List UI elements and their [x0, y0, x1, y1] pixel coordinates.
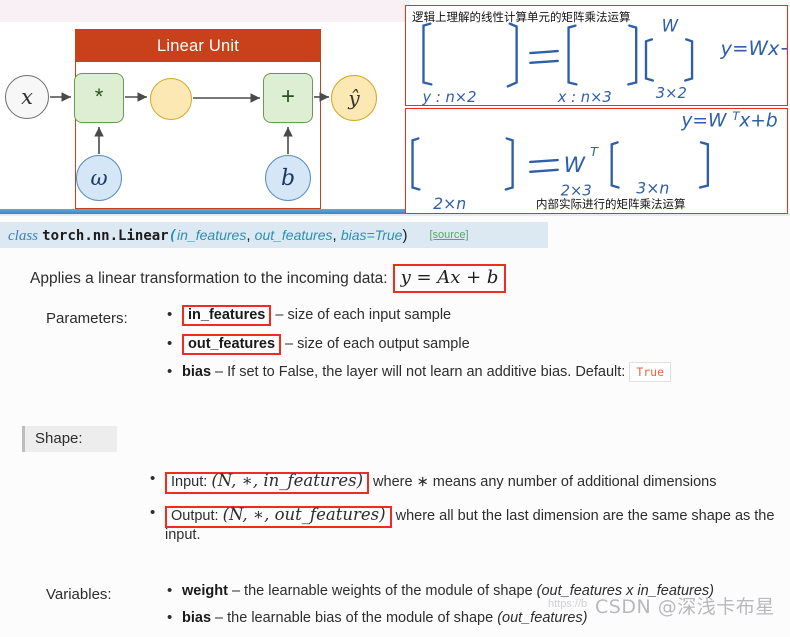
watermark-url: https://b	[548, 598, 588, 610]
label-w-top: W	[662, 16, 679, 35]
paren-close: )	[402, 227, 408, 244]
class-signature: class torch.nn.Linear(in_features, out_f…	[8, 227, 469, 244]
shape-list: Input: (N, ∗, in_features) where ∗ means…	[148, 469, 778, 555]
node-add: +	[263, 73, 313, 123]
variable-shape-bias: (out_features)	[497, 609, 588, 626]
class-qualified-name: torch.nn.Linear	[42, 228, 169, 244]
output-prefix: Output:	[171, 507, 223, 524]
input-shape-box: Input: (N, ∗, in_features)	[165, 471, 370, 494]
input-prefix: Input:	[171, 474, 212, 490]
linear-unit-title: Linear Unit	[76, 30, 320, 62]
param-in-features: in_features	[177, 227, 247, 243]
list-item-bias: bias – If set to False, the layer will n…	[165, 362, 765, 383]
variables-label: Variables:	[46, 586, 112, 603]
list-item-out-features: out_features – size of each output sampl…	[165, 333, 765, 355]
node-output-yhat: ŷ	[331, 75, 377, 121]
equation-bottom: y=W	[680, 111, 727, 132]
description-text: Applies a linear transformation to the i…	[30, 269, 388, 287]
handwriting-top: W y=Wx+b y : n×2 x : n×3 3×2	[422, 16, 787, 105]
param-desc-out-features: – size of each output sample	[281, 335, 470, 352]
variable-desc-weight: – the learnable weights of the module of…	[227, 583, 537, 599]
handwritten-annotation-top: 逻辑上理解的线性计算单元的矩阵乘法运算 W y=Wx+b y : n×2 x :…	[405, 5, 788, 106]
node-bias-b: b	[265, 155, 311, 201]
param-name-out-features: out_features	[182, 333, 282, 355]
paren-open: (	[168, 228, 178, 244]
variable-desc-bias: – the learnable bias of the module of sh…	[211, 609, 498, 626]
output-shape-box: Output: (N, ∗, out_features)	[165, 504, 392, 528]
param-out-features: out_features	[254, 227, 333, 243]
pink-background-strip	[0, 0, 410, 22]
parameters-list: in_features – size of each input sample …	[165, 305, 765, 392]
label-3xn: 3×n	[636, 178, 669, 197]
class-keyword: class	[8, 228, 38, 244]
list-item-in-features: in_features – size of each input sample	[165, 305, 765, 326]
svg-text:x+b: x+b	[738, 111, 777, 132]
output-formula: (N, ∗, out_features)	[222, 504, 386, 524]
description-row: Applies a linear transformation to the i…	[30, 264, 507, 293]
variable-name-bias: bias	[182, 609, 212, 626]
label-w-dim: 3×2	[656, 85, 687, 102]
shape-label: Shape:	[22, 426, 117, 452]
label-x-dim: x : n×3	[557, 89, 612, 105]
handwritten-annotation-bottom: 内部实际进行的矩阵乘法运算 y=W T x+b W T 2×n 2×3 3×n	[405, 108, 788, 214]
source-link[interactable]: [source]	[429, 229, 468, 241]
variable-name-weight: weight	[182, 583, 228, 599]
input-suffix: where ∗ means any number of additional d…	[369, 474, 717, 490]
label-wt: W	[564, 153, 587, 178]
node-weight-omega: ω	[76, 155, 122, 201]
param-name-bias: bias	[182, 364, 212, 381]
parameters-label: Parameters:	[46, 310, 128, 327]
node-input-x: 𝑥	[5, 75, 49, 119]
node-multiply: *	[74, 73, 124, 123]
input-formula: (N, ∗, in_features)	[211, 471, 364, 490]
handwriting-bottom: y=W T x+b W T 2×n 2×3 3×n	[411, 109, 778, 213]
node-intermediate	[150, 78, 192, 120]
label-2xn: 2×n	[433, 194, 466, 213]
top-illustration-zone: Linear Unit 𝑥 * + ŷ ω b 逻辑上理解的线性计算单元的矩阵乘…	[0, 0, 790, 235]
param-desc-bias: – If set to False, the layer will not le…	[211, 364, 630, 381]
param-desc-in-features: – size of each input sample	[271, 307, 452, 323]
watermark-csdn: CSDN @深浅卡布星	[595, 596, 775, 618]
formula-y-equals-ax-plus-b: y = Ax + b	[392, 264, 507, 293]
svg-text:T: T	[590, 145, 599, 160]
equation-top: y=Wx+b	[719, 37, 787, 60]
label-2x3: 2×3	[561, 182, 592, 199]
param-name-in-features: in_features	[182, 305, 272, 326]
default-true-badge: True	[629, 362, 672, 383]
label-y-dim: y : n×2	[422, 89, 477, 105]
param-bias: bias=True	[340, 227, 403, 243]
list-item-input-shape: Input: (N, ∗, in_features) where ∗ means…	[148, 469, 778, 494]
pytorch-doc-zone: class torch.nn.Linear(in_features, out_f…	[0, 218, 790, 636]
list-item-output-shape: Output: (N, ∗, out_features) where all b…	[148, 503, 778, 546]
thin-divider	[0, 214, 790, 216]
